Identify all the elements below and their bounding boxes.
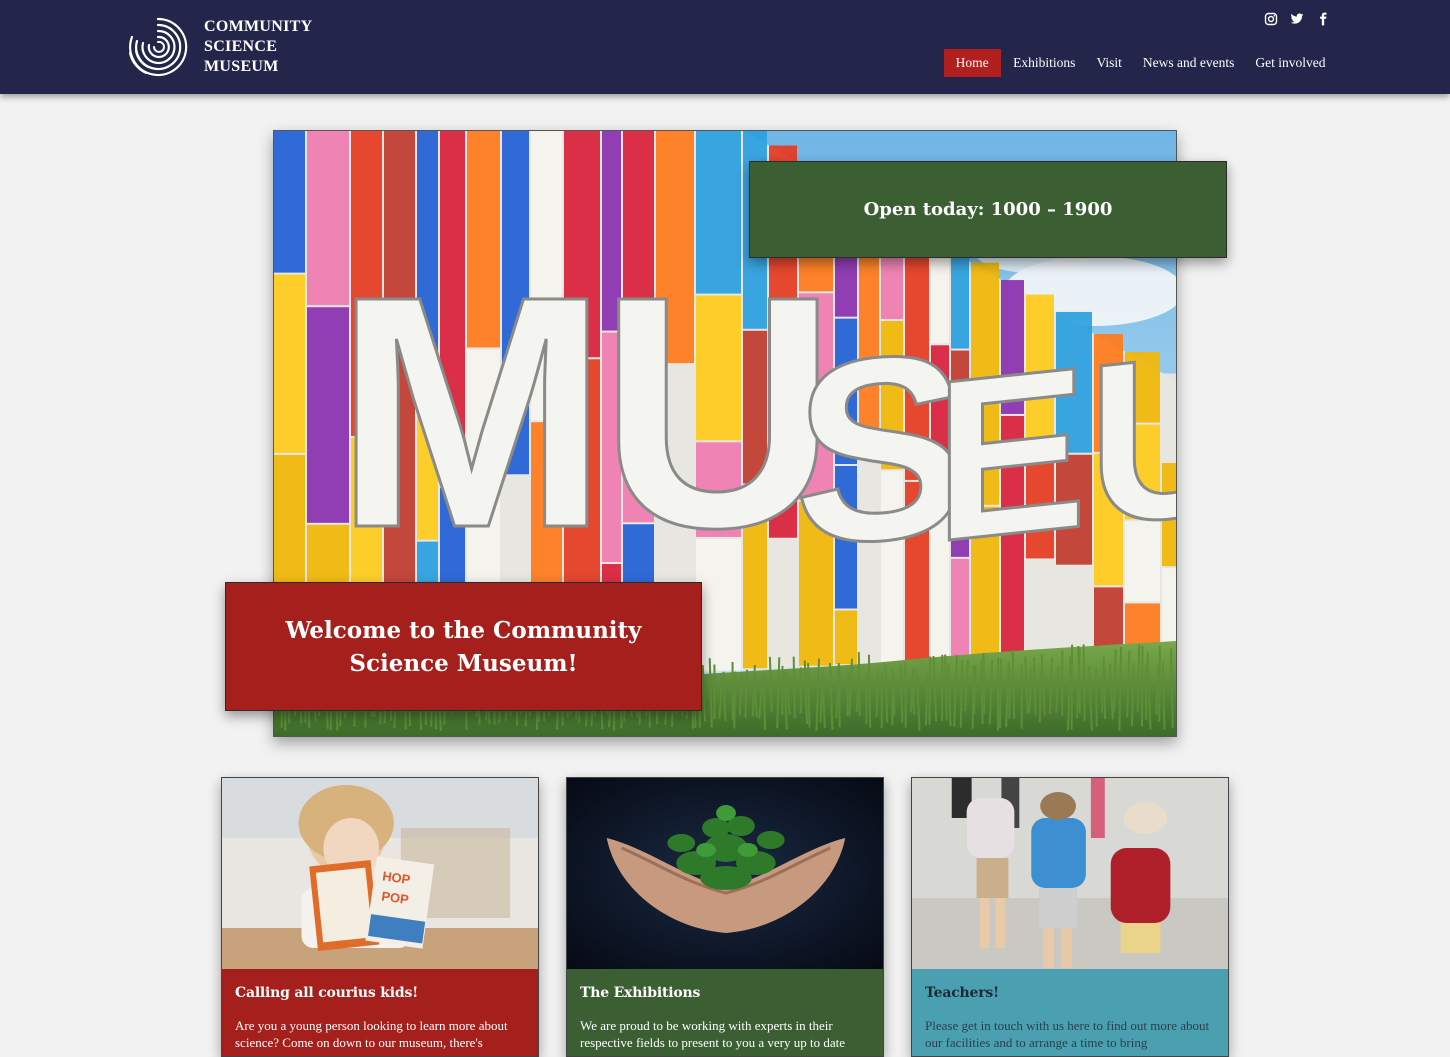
nav-item-exhibitions[interactable]: Exhibitions xyxy=(1003,49,1086,77)
hands-holding-plant-photo xyxy=(567,778,883,969)
nav-item-visit[interactable]: Visit xyxy=(1086,49,1132,77)
brand-line: MUSEUM xyxy=(204,57,312,77)
twitter-icon[interactable] xyxy=(1290,11,1304,25)
card-text: Please get in touch with us here to find… xyxy=(925,1017,1215,1051)
card-exhibitions[interactable]: The Exhibitions We are proud to be worki… xyxy=(566,777,884,1057)
nav-item-get-involved[interactable]: Get involved xyxy=(1245,49,1336,77)
brand-line: COMMUNITY xyxy=(204,17,312,37)
facebook-icon[interactable] xyxy=(1316,11,1330,25)
card-title[interactable]: Calling all courius kids! xyxy=(235,985,525,1001)
card-teachers[interactable]: Teachers! Please get in touch with us he… xyxy=(911,777,1229,1057)
card-title[interactable]: Teachers! xyxy=(925,985,1215,1001)
card-title[interactable]: The Exhibitions xyxy=(580,985,870,1001)
card-text: Are you a young person looking to learn … xyxy=(235,1017,525,1051)
welcome-banner: Welcome to the Community Science Museum! xyxy=(225,582,702,711)
card-body: Calling all courius kids! Are you a youn… xyxy=(222,969,538,1057)
instagram-icon[interactable] xyxy=(1264,11,1278,25)
card-kids[interactable]: HOP POP Calling all courius kids! Are yo… xyxy=(221,777,539,1057)
welcome-heading: Welcome to the Community Science Museum! xyxy=(254,614,673,680)
card-text: We are proud to be working with experts … xyxy=(580,1017,870,1051)
opening-hours-text: Open today: 1000 – 1900 xyxy=(864,199,1113,220)
child-reading-photo: HOP POP xyxy=(222,778,538,969)
main-nav: Home Exhibitions Visit News and events G… xyxy=(944,49,1336,77)
spiral-logo-icon xyxy=(124,13,192,81)
card-body: The Exhibitions We are proud to be worki… xyxy=(567,969,883,1057)
children-with-backpacks-photo xyxy=(912,778,1228,969)
social-links xyxy=(1264,11,1330,25)
site-header: COMMUNITY SCIENCE MUSEUM Home Exhibition… xyxy=(0,0,1450,94)
brand-line: SCIENCE xyxy=(204,37,312,57)
nav-item-news-and-events[interactable]: News and events xyxy=(1132,49,1244,77)
card-body: Teachers! Please get in touch with us he… xyxy=(912,969,1228,1057)
opening-hours-banner: Open today: 1000 – 1900 xyxy=(749,161,1227,258)
brand-name: COMMUNITY SCIENCE MUSEUM xyxy=(204,17,312,77)
svg-text:MU: MU xyxy=(334,227,827,596)
nav-item-home[interactable]: Home xyxy=(944,49,1001,77)
